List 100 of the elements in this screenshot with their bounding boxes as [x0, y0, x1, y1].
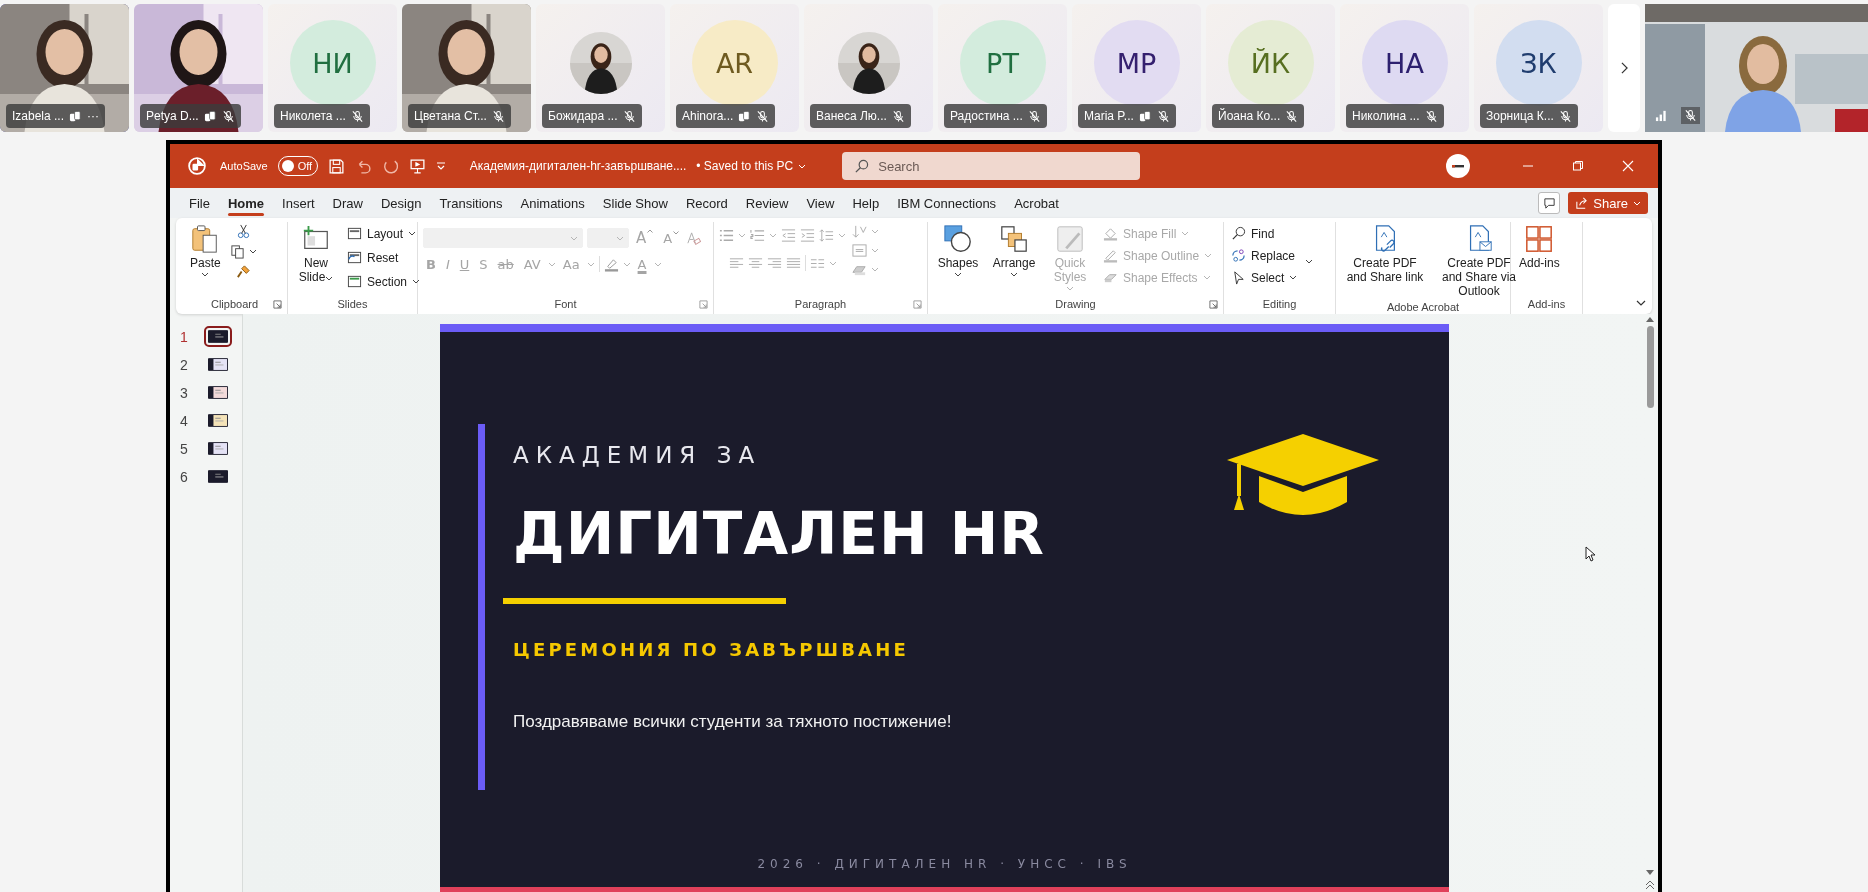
create-pdf-button[interactable]: Create PDF and Share link [1341, 222, 1429, 286]
ribbon-tab[interactable]: View [797, 189, 844, 217]
slide-command[interactable]: Layout [345, 224, 419, 243]
caret-icon [871, 229, 879, 234]
slide-number: 5 [180, 440, 189, 457]
participant-name: Божидара ... [548, 109, 618, 123]
grid-icon [1524, 224, 1555, 254]
participant-tile[interactable]: НИ Николета ... [268, 4, 397, 132]
ribbon-tab[interactable]: Review [736, 189, 798, 217]
participant-tile[interactable]: AR Ahinora... [670, 4, 799, 132]
caret-up-icon [647, 229, 654, 233]
drawing-command[interactable]: Arrange [989, 222, 1039, 279]
slide-subtitle: ЦЕРЕМОНИЯ ПО ЗАВЪРШВАНЕ [513, 639, 909, 660]
copy-icon[interactable] [229, 244, 245, 259]
participant-tile[interactable]: Ванеса Лю... [804, 4, 933, 132]
caret-icon [201, 272, 210, 277]
ribbon-tab[interactable]: Record [676, 189, 737, 217]
group-label: Slides [337, 298, 368, 310]
caret-icon [622, 261, 631, 267]
editing-command[interactable]: Select [1229, 268, 1300, 287]
mouse-pointer-icon [1585, 546, 1595, 562]
participant-tile[interactable]: РТ Радостина ... [938, 4, 1067, 132]
editing-command[interactable]: Find [1229, 224, 1277, 243]
signal-icon [1655, 109, 1668, 122]
slide-footer: 2026 · ДИГИТАЛЕН HR · УНСС · IBS [440, 857, 1449, 887]
launcher-icon[interactable] [1209, 299, 1218, 309]
scroll-down-icon[interactable] [1646, 870, 1654, 876]
save-status-button[interactable]: • Saved to this PC [696, 159, 807, 173]
chevron-right-icon [1620, 62, 1628, 74]
ribbon-tab[interactable]: Slide Show [593, 189, 677, 217]
ribbon-tab[interactable]: File [180, 189, 219, 217]
ribbon-tab[interactable]: Home [218, 189, 274, 217]
comments-button[interactable] [1538, 192, 1561, 214]
close-icon[interactable] [1622, 160, 1634, 172]
caret-icon [1204, 253, 1213, 258]
search-field[interactable]: Search [842, 152, 1141, 180]
participant-name: Зорница К... [1486, 109, 1554, 123]
scroll-up-icon[interactable] [1646, 316, 1654, 322]
participant-name: Николета ... [280, 109, 346, 123]
slide-command[interactable]: Reset [345, 248, 401, 267]
drawing-command[interactable]: Shapes [933, 222, 983, 279]
slide-number: 2 [180, 356, 189, 373]
participant-name: Николина ... [1352, 109, 1420, 123]
more-button[interactable]: ··· [87, 109, 100, 123]
restore-icon[interactable] [1572, 160, 1584, 172]
quick-styles-icon [1055, 224, 1085, 254]
ribbon-tab[interactable]: Transitions [430, 189, 512, 217]
ribbon-tab[interactable]: Insert [273, 189, 324, 217]
account-icon[interactable] [1446, 154, 1470, 178]
present-icon[interactable] [408, 157, 426, 175]
participant-tile[interactable]: Божидара ... [536, 4, 665, 132]
participant-tile[interactable]: ЗК Зорница К... [1474, 4, 1603, 132]
participant-tile[interactable]: НА Николина ... [1340, 4, 1469, 132]
slide-thumbnail[interactable] [206, 328, 230, 345]
caret-icon [1181, 231, 1190, 236]
add-ins-button[interactable]: Add-ins [1516, 222, 1563, 272]
launcher-icon[interactable] [273, 299, 282, 309]
editing-command[interactable]: Replace [1229, 246, 1298, 265]
participant-tile[interactable]: МР Maria P... [1072, 4, 1201, 132]
participant-tile[interactable]: Izabela ... ··· [0, 4, 129, 132]
group-label: Adobe Acrobat [1386, 301, 1460, 313]
caret-down-icon [673, 230, 680, 235]
new-slide-button[interactable]: New Slide [293, 222, 339, 286]
group-label: Paragraph [794, 298, 847, 310]
customize-icon[interactable] [435, 161, 446, 171]
scrollbar-thumb[interactable] [1646, 326, 1654, 408]
app-logo-icon [188, 157, 206, 175]
slide-number: 6 [180, 468, 189, 485]
cursor-icon [1231, 270, 1246, 285]
slide-thumbnail[interactable] [206, 468, 230, 485]
share-button[interactable]: Share [1568, 192, 1648, 214]
ribbon-tab[interactable]: Animations [511, 189, 594, 217]
ribbon-tab[interactable]: Draw [323, 189, 372, 217]
caret-icon [248, 249, 257, 254]
participant-tile[interactable]: Petya D... [134, 4, 263, 132]
participant-name: Maria P... [1084, 109, 1134, 123]
paste-button[interactable]: Paste [187, 222, 224, 279]
participant-name: Ванеса Лю... [816, 109, 887, 123]
slide-command[interactable]: Section [345, 272, 423, 291]
slide-thumbnail[interactable] [206, 384, 230, 401]
ribbon-tab[interactable]: Help [843, 189, 889, 217]
avatar: AR [691, 20, 778, 106]
collapse-ribbon-icon[interactable] [1636, 300, 1646, 306]
slide-thumbnail[interactable] [206, 440, 230, 457]
format-painter-icon[interactable] [235, 264, 251, 279]
participant-name: Радостина ... [950, 109, 1023, 123]
cut-icon[interactable] [235, 224, 251, 239]
participant-tile[interactable]: Цветана Ст... [402, 4, 531, 132]
participant-tile[interactable]: ЙК Йоана Ко... [1206, 4, 1335, 132]
group-label: Editing [1262, 298, 1297, 310]
slide-thumbnail[interactable] [206, 412, 230, 429]
ribbon-tab[interactable]: Acrobat [1005, 189, 1068, 217]
chevron-down-icon [1633, 200, 1641, 206]
ribbon-tab[interactable]: IBM Connections [888, 189, 1006, 217]
previous-slide-icon[interactable] [1646, 880, 1654, 890]
save-icon[interactable] [327, 157, 345, 175]
slide-thumbnail[interactable] [206, 356, 230, 373]
search-icon [854, 159, 870, 174]
group-label: Add-ins [1527, 298, 1566, 310]
ribbon-tab[interactable]: Design [371, 189, 431, 217]
